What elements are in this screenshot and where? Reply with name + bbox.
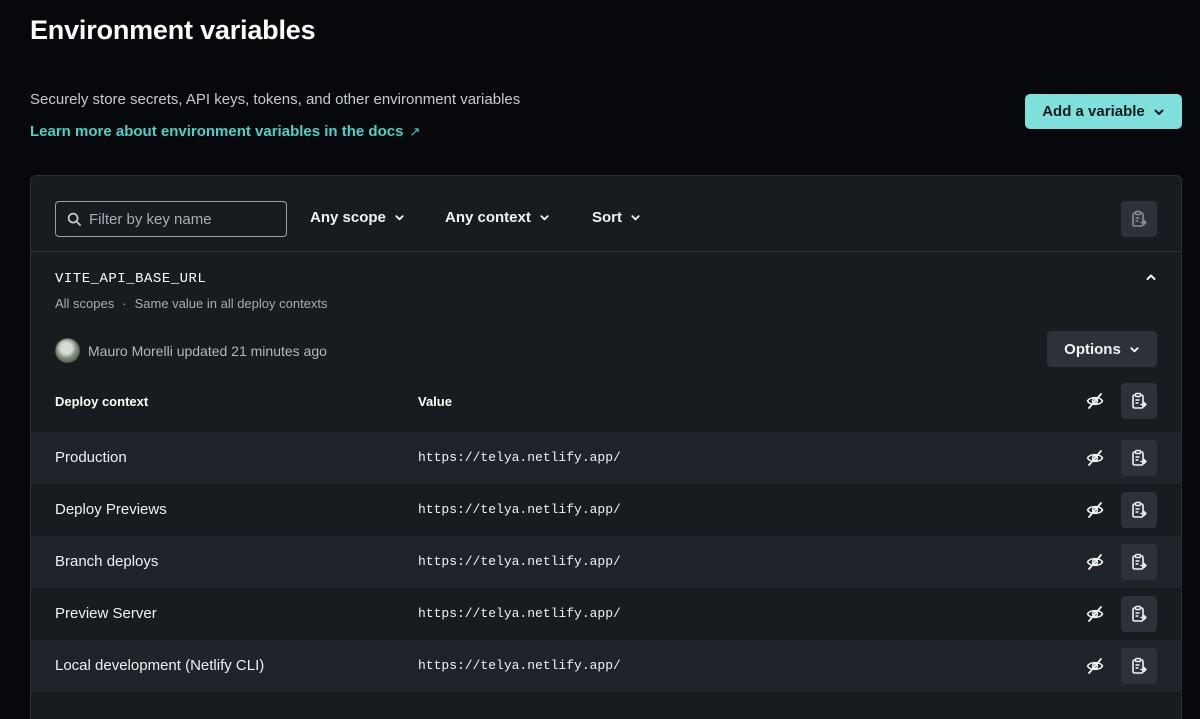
- options-label: Options: [1064, 340, 1121, 358]
- updated-info: Mauro Morelli updated 21 minutes ago: [55, 338, 327, 363]
- row-value: https://telya.netlify.app/: [418, 606, 621, 621]
- row-value: https://telya.netlify.app/: [418, 554, 621, 569]
- table-row: Local development (Netlify CLI) https://…: [31, 640, 1181, 692]
- scope-text: All scopes: [55, 296, 115, 311]
- eye-off-icon[interactable]: [1086, 449, 1104, 467]
- add-variable-label: Add a variable: [1042, 103, 1145, 120]
- eye-off-icon[interactable]: [1086, 657, 1104, 675]
- chevron-down-icon: [631, 215, 640, 221]
- row-context: Preview Server: [55, 605, 157, 622]
- variables-panel: Any scope Any context Sort VITE_API_BASE…: [30, 175, 1182, 719]
- row-value: https://telya.netlify.app/: [418, 502, 621, 517]
- clipboard-copy-icon: [1132, 449, 1147, 466]
- table-row: Preview Server https://telya.netlify.app…: [31, 588, 1181, 640]
- row-context: Production: [55, 449, 127, 466]
- docs-link[interactable]: Learn more about environment variables i…: [30, 123, 420, 140]
- chevron-down-icon: [1130, 346, 1139, 352]
- chevron-down-icon: [1154, 109, 1164, 115]
- scope-dropdown-label: Any scope: [310, 209, 386, 226]
- clipboard-copy-icon: [1132, 210, 1147, 227]
- sort-dropdown[interactable]: Sort: [592, 209, 641, 226]
- external-link-icon: ↗: [409, 123, 421, 139]
- copy-value-button[interactable]: [1121, 596, 1157, 632]
- eye-off-icon[interactable]: [1086, 501, 1104, 519]
- chevron-up-icon[interactable]: [1144, 270, 1158, 284]
- avatar: [55, 338, 80, 363]
- table-row: Branch deploys https://telya.netlify.app…: [31, 536, 1181, 588]
- clipboard-copy-icon: [1132, 605, 1147, 622]
- scope-dropdown[interactable]: Any scope: [310, 209, 405, 226]
- row-value: https://telya.netlify.app/: [418, 450, 621, 465]
- row-value: https://telya.netlify.app/: [418, 658, 621, 673]
- chevron-down-icon: [540, 215, 549, 221]
- variable-key: VITE_API_BASE_URL: [55, 271, 207, 287]
- row-context: Local development (Netlify CLI): [55, 657, 265, 674]
- clipboard-copy-icon: [1132, 657, 1147, 674]
- docs-link-label: Learn more about environment variables i…: [30, 123, 404, 140]
- options-button[interactable]: Options: [1047, 331, 1157, 367]
- table-row: Production https://telya.netlify.app/: [31, 432, 1181, 484]
- context-summary: Same value in all deploy contexts: [134, 296, 328, 311]
- eye-off-icon[interactable]: [1086, 553, 1104, 571]
- clipboard-copy-icon: [1132, 553, 1147, 570]
- column-header-value: Value: [418, 394, 452, 409]
- sort-dropdown-label: Sort: [592, 209, 622, 226]
- variable-meta: All scopes · Same value in all deploy co…: [55, 296, 328, 311]
- page-title: Environment variables: [30, 15, 316, 45]
- row-context: Branch deploys: [55, 553, 159, 570]
- updated-text: Mauro Morelli updated 21 minutes ago: [88, 342, 327, 359]
- context-dropdown-label: Any context: [445, 209, 531, 226]
- row-context: Deploy Previews: [55, 501, 167, 518]
- copy-value-button[interactable]: [1121, 492, 1157, 528]
- filter-box[interactable]: [55, 201, 287, 237]
- clipboard-copy-icon: [1132, 392, 1147, 409]
- copy-all-button[interactable]: [1121, 201, 1157, 237]
- copy-value-button[interactable]: [1121, 440, 1157, 476]
- filter-input[interactable]: [89, 210, 279, 228]
- page-subtitle: Securely store secrets, API keys, tokens…: [30, 91, 521, 108]
- search-icon: [67, 212, 81, 226]
- meta-separator: ·: [122, 296, 127, 311]
- table-row: Deploy Previews https://telya.netlify.ap…: [31, 484, 1181, 536]
- add-variable-button[interactable]: Add a variable: [1025, 94, 1182, 129]
- column-header-context: Deploy context: [55, 394, 149, 409]
- toolbar: Any scope Any context Sort: [31, 176, 1181, 252]
- eye-off-icon[interactable]: [1086, 605, 1104, 623]
- chevron-down-icon: [395, 215, 404, 221]
- copy-all-values-button[interactable]: [1121, 383, 1157, 419]
- context-dropdown[interactable]: Any context: [445, 209, 550, 226]
- eye-off-icon[interactable]: [1086, 392, 1104, 410]
- copy-value-button[interactable]: [1121, 544, 1157, 580]
- clipboard-copy-icon: [1132, 501, 1147, 518]
- copy-value-button[interactable]: [1121, 648, 1157, 684]
